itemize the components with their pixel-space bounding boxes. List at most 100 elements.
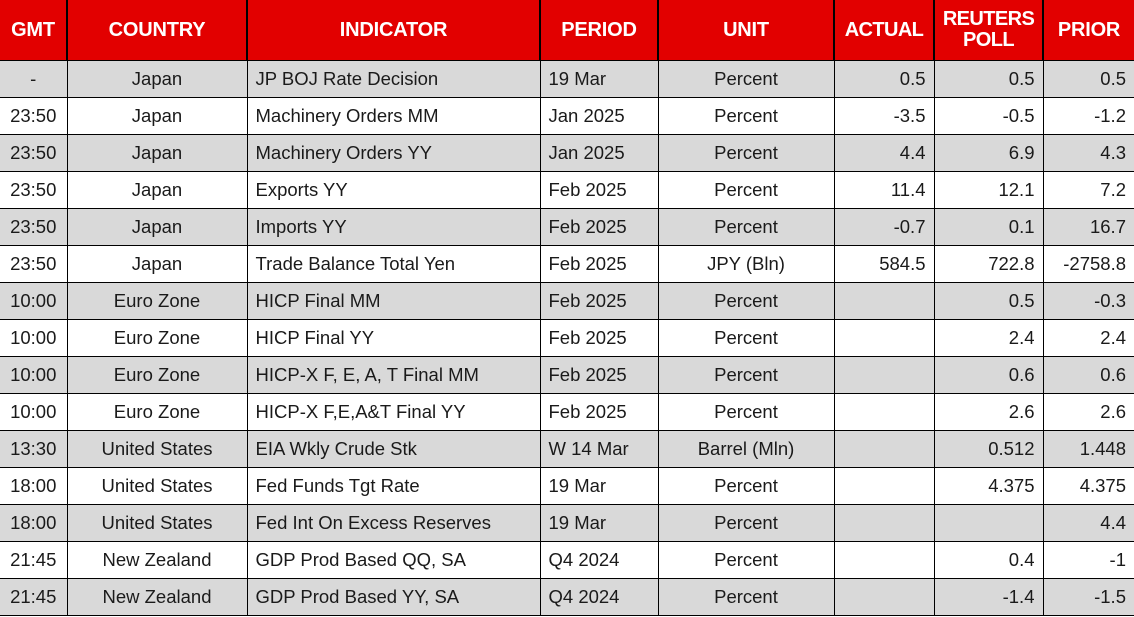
cell-actual: -0.7 — [834, 208, 935, 246]
cell-actual: 4.4 — [834, 134, 935, 172]
cell-indicator: HICP-X F, E, A, T Final MM — [247, 356, 541, 394]
cell-indicator: HICP-X F,E,A&T Final YY — [247, 393, 541, 431]
table-row[interactable]: 23:50 Japan Machinery Orders MM Jan 2025 Per… — [0, 97, 1134, 135]
cell-indicator: HICP Final MM — [247, 282, 541, 320]
cell-gmt: 10:00 — [0, 356, 68, 394]
cell-prior: -1 — [1043, 541, 1134, 579]
cell-period: Q4 2024 — [540, 578, 659, 616]
cell-actual: 584.5 — [834, 245, 935, 283]
cell-actual — [834, 393, 935, 431]
cell-indicator: JP BOJ Rate Decision — [247, 59, 541, 98]
cell-gmt: 23:50 — [0, 245, 68, 283]
table-row[interactable]: 10:00 Euro Zone HICP Final MM Feb 2025 Perce… — [0, 282, 1134, 320]
table-row[interactable]: 23:50 Japan Exports YY Feb 2025 Percent 11.4 1… — [0, 171, 1134, 209]
table-row[interactable]: 10:00 Euro Zone HICP Final YY Feb 2025 Perce… — [0, 319, 1134, 357]
cell-prior: 4.3 — [1043, 134, 1134, 172]
table-row[interactable]: 10:00 Euro Zone HICP-X F,E,A&T Final YY Feb… — [0, 393, 1134, 431]
cell-poll: 0.6 — [934, 356, 1044, 394]
cell-unit: Percent — [658, 59, 835, 98]
cell-period: 19 Mar — [540, 467, 659, 505]
cell-unit: Percent — [658, 578, 835, 616]
cell-unit: JPY (Bln) — [658, 245, 835, 283]
cell-period: Q4 2024 — [540, 541, 659, 579]
cell-unit: Percent — [658, 134, 835, 172]
cell-country: Japan — [67, 97, 248, 135]
cell-actual — [834, 282, 935, 320]
cell-country: United States — [67, 467, 248, 505]
cell-prior: 0.6 — [1043, 356, 1134, 394]
cell-period: 19 Mar — [540, 59, 659, 98]
cell-unit: Percent — [658, 393, 835, 431]
cell-prior: 2.4 — [1043, 319, 1134, 357]
cell-actual — [834, 541, 935, 579]
header-row: GMT COUNTRY INDICATOR PERIOD UNIT ACTUAL… — [0, 0, 1134, 60]
table-row[interactable]: 23:50 Japan Trade Balance Total Yen Feb 202… — [0, 245, 1134, 283]
column-header-gmt[interactable]: GMT — [0, 0, 68, 60]
cell-unit: Percent — [658, 504, 835, 542]
cell-gmt: 13:30 — [0, 430, 68, 468]
cell-period: 19 Mar — [540, 504, 659, 542]
cell-poll: 4.375 — [934, 467, 1044, 505]
cell-unit: Percent — [658, 282, 835, 320]
cell-poll: 2.6 — [934, 393, 1044, 431]
table-row[interactable]: - Japan JP BOJ Rate Decision 19 Mar Percent 0… — [0, 59, 1134, 98]
cell-unit: Percent — [658, 356, 835, 394]
column-header-country[interactable]: COUNTRY — [67, 0, 248, 60]
table-row[interactable]: 10:00 Euro Zone HICP-X F, E, A, T Final MM… — [0, 356, 1134, 394]
column-header-reuters-poll[interactable]: REUTERS POLL — [934, 0, 1044, 60]
cell-gmt: 10:00 — [0, 319, 68, 357]
table-row[interactable]: 21:45 New Zealand GDP Prod Based YY, SA Q4 … — [0, 578, 1134, 616]
cell-country: Japan — [67, 59, 248, 98]
column-header-unit[interactable]: UNIT — [658, 0, 835, 60]
cell-prior: 2.6 — [1043, 393, 1134, 431]
cell-prior: 4.375 — [1043, 467, 1134, 505]
cell-country: New Zealand — [67, 578, 248, 616]
cell-country: Euro Zone — [67, 319, 248, 357]
cell-indicator: EIA Wkly Crude Stk — [247, 430, 541, 468]
cell-poll: 722.8 — [934, 245, 1044, 283]
cell-period: Jan 2025 — [540, 97, 659, 135]
cell-actual: -3.5 — [834, 97, 935, 135]
cell-country: New Zealand — [67, 541, 248, 579]
table-row[interactable]: 13:30 United States EIA Wkly Crude Stk W 14… — [0, 430, 1134, 468]
cell-period: Feb 2025 — [540, 171, 659, 209]
cell-unit: Percent — [658, 97, 835, 135]
cell-country: Japan — [67, 245, 248, 283]
cell-indicator: GDP Prod Based YY, SA — [247, 578, 541, 616]
cell-period: Feb 2025 — [540, 393, 659, 431]
cell-gmt: 18:00 — [0, 504, 68, 542]
cell-poll: -1.4 — [934, 578, 1044, 616]
cell-poll: 0.512 — [934, 430, 1044, 468]
table-row[interactable]: 18:00 United States Fed Funds Tgt Rate 19 M… — [0, 467, 1134, 505]
cell-actual — [834, 430, 935, 468]
table-row[interactable]: 23:50 Japan Machinery Orders YY Jan 2025 Per… — [0, 134, 1134, 172]
table-row[interactable]: 18:00 United States Fed Int On Excess Rese… — [0, 504, 1134, 542]
cell-indicator: Machinery Orders YY — [247, 134, 541, 172]
cell-poll: 6.9 — [934, 134, 1044, 172]
column-header-period[interactable]: PERIOD — [540, 0, 659, 60]
cell-indicator: Fed Funds Tgt Rate — [247, 467, 541, 505]
table-row[interactable]: 21:45 New Zealand GDP Prod Based QQ, SA Q4 … — [0, 541, 1134, 579]
cell-indicator: Machinery Orders MM — [247, 97, 541, 135]
cell-country: Japan — [67, 134, 248, 172]
cell-prior: 7.2 — [1043, 171, 1134, 209]
cell-prior: 16.7 — [1043, 208, 1134, 246]
cell-prior: -0.3 — [1043, 282, 1134, 320]
cell-gmt: 10:00 — [0, 393, 68, 431]
cell-poll: 0.4 — [934, 541, 1044, 579]
table-header: GMT COUNTRY INDICATOR PERIOD UNIT ACTUAL… — [0, 0, 1134, 60]
cell-country: Euro Zone — [67, 282, 248, 320]
column-header-actual[interactable]: ACTUAL — [834, 0, 935, 60]
cell-unit: Percent — [658, 467, 835, 505]
table-row[interactable]: 23:50 Japan Imports YY Feb 2025 Percent -0.7 0… — [0, 208, 1134, 246]
economic-calendar-table: GMT COUNTRY INDICATOR PERIOD UNIT ACTUAL… — [0, 0, 1134, 616]
cell-gmt: 23:50 — [0, 97, 68, 135]
cell-actual: 0.5 — [834, 59, 935, 98]
cell-poll: 0.5 — [934, 282, 1044, 320]
column-header-indicator[interactable]: INDICATOR — [247, 0, 541, 60]
cell-poll: 2.4 — [934, 319, 1044, 357]
cell-period: Feb 2025 — [540, 245, 659, 283]
column-header-prior[interactable]: PRIOR — [1043, 0, 1134, 60]
cell-poll: 0.5 — [934, 59, 1044, 98]
cell-gmt: 10:00 — [0, 282, 68, 320]
